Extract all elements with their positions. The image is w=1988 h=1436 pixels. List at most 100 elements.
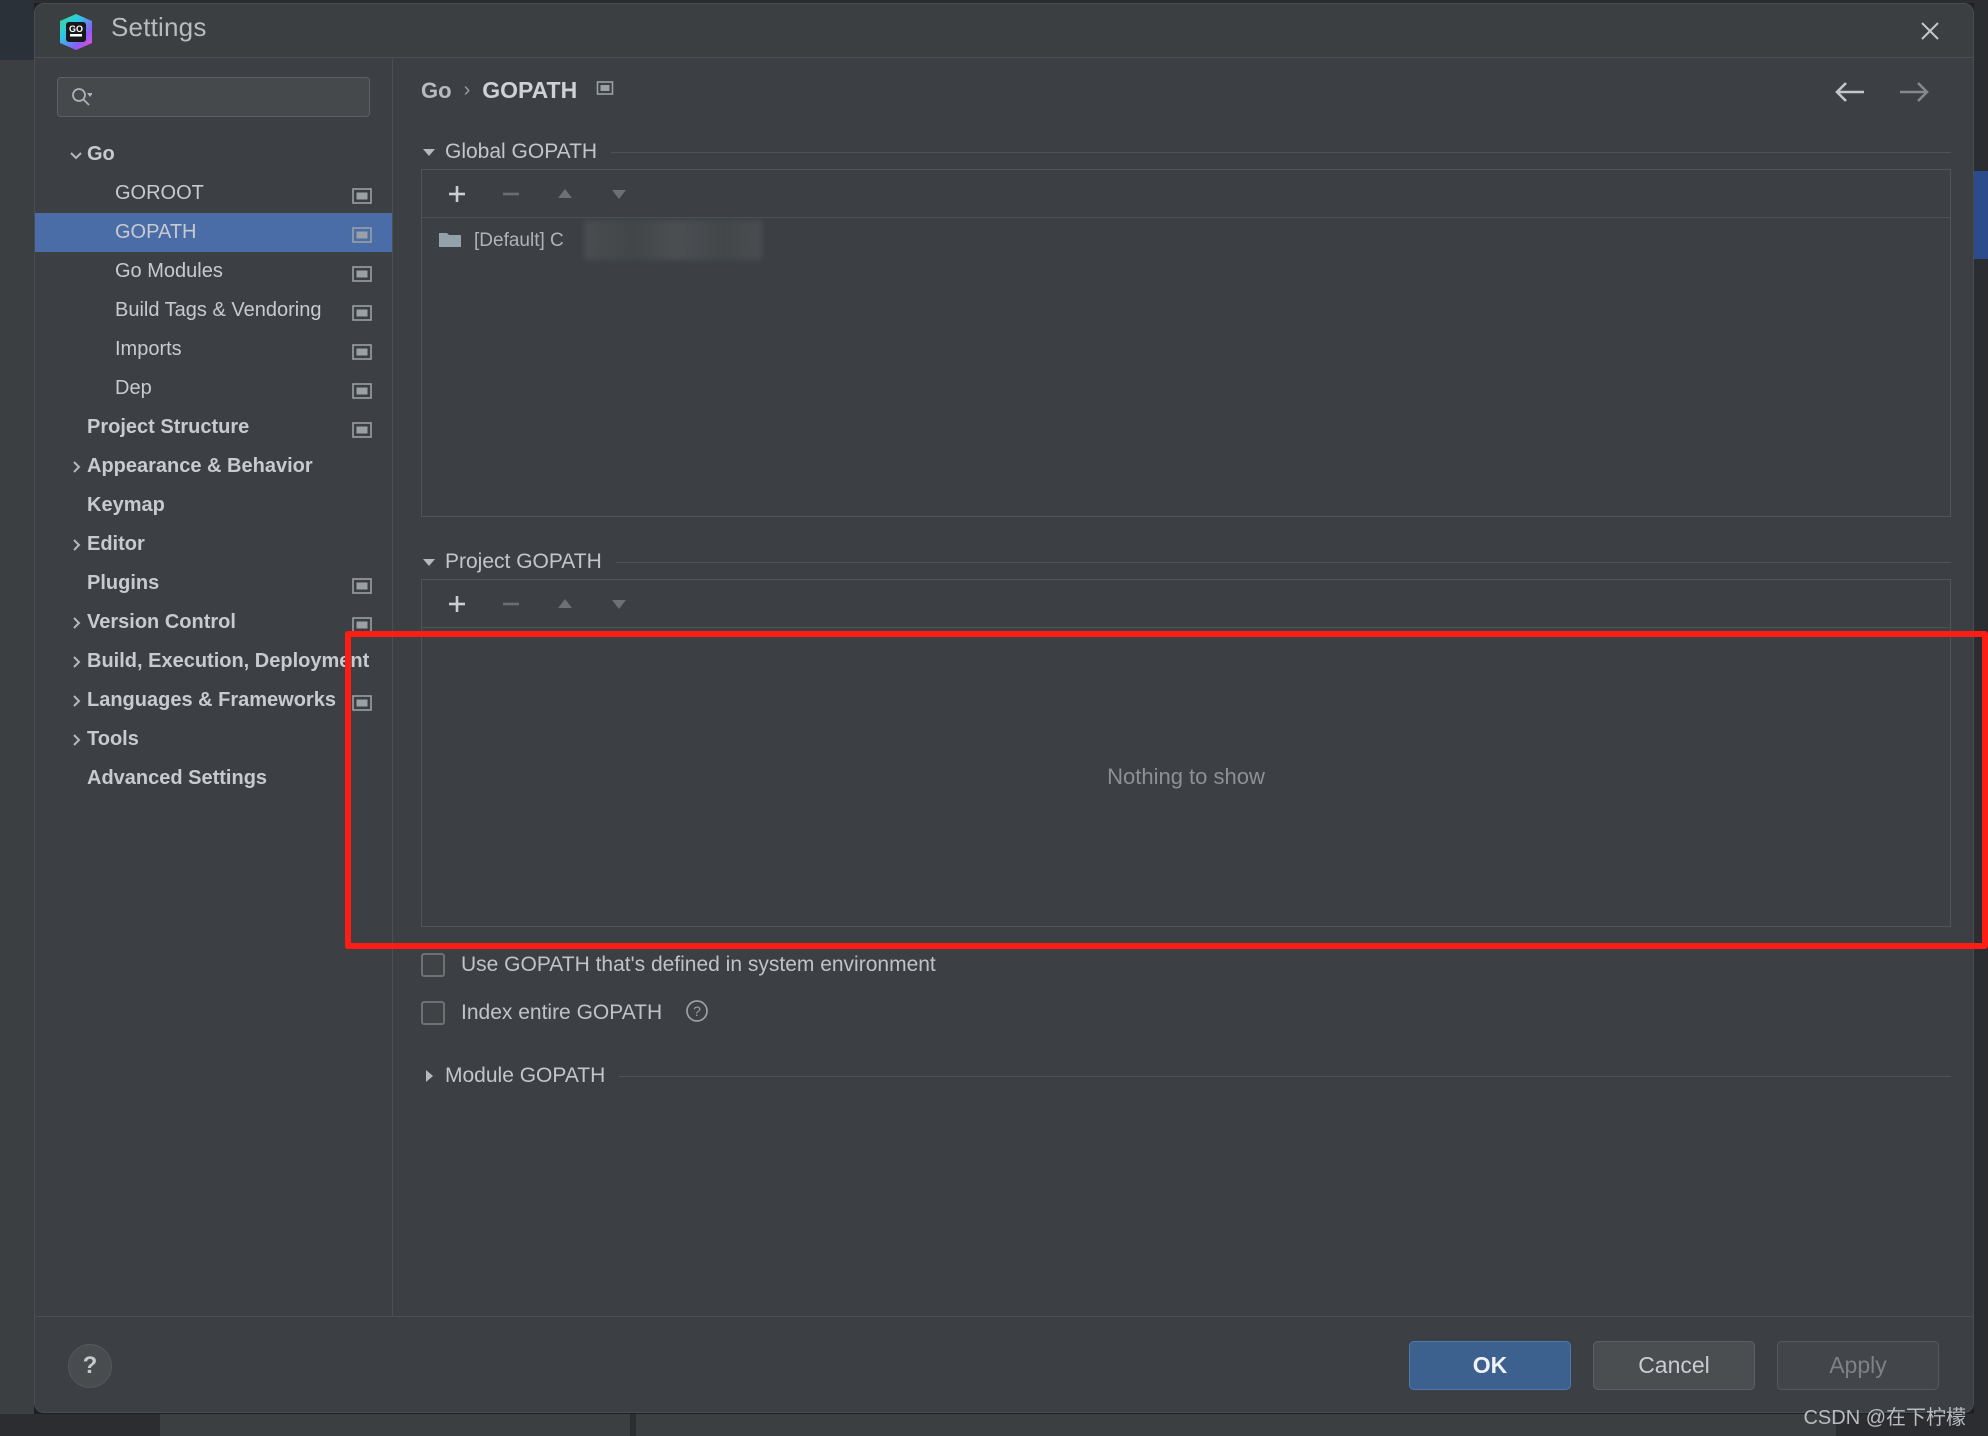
project-scope-icon[interactable] [352,616,372,639]
project-scope-icon[interactable] [352,343,372,366]
gopath-options: Use GOPATH that's defined in system envi… [421,941,1951,1037]
sidebar-item-project-structure[interactable]: Project Structure [35,408,392,447]
module-gopath-header[interactable]: Module GOPATH [421,1059,1951,1093]
go-logo-icon: GO [57,13,95,51]
sidebar-item-appearance-behavior[interactable]: Appearance & Behavior [35,447,392,486]
project-scope-icon[interactable] [352,694,372,717]
project-scope-icon[interactable] [352,421,372,444]
chevron-right-icon[interactable] [65,720,87,759]
add-button[interactable] [436,586,478,622]
breadcrumb: Go › GOPATH [421,77,615,104]
project-scope-icon[interactable] [352,382,372,405]
folder-icon [438,229,462,254]
sidebar-item-label: Go Modules [115,260,223,282]
remove-button[interactable] [490,176,532,212]
section-rule [611,151,1951,153]
sidebar-item-label: Imports [115,338,182,360]
breadcrumb-root[interactable]: Go [421,78,452,104]
section-rule [615,561,1951,563]
sidebar-item-label: Languages & Frameworks [87,689,336,711]
sidebar-item-tools[interactable]: Tools [35,720,392,759]
chevron-right-icon[interactable] [65,642,87,681]
search-box[interactable] [57,77,370,117]
project-gopath-toolbar [422,580,1950,628]
sidebar-item-version-control[interactable]: Version Control [35,603,392,642]
sidebar-item-advanced-settings[interactable]: Advanced Settings [35,759,392,798]
sidebar-item-label: Go [87,143,115,165]
sidebar-item-plugins[interactable]: Plugins [35,564,392,603]
sidebar-item-dep[interactable]: Dep [35,369,392,408]
sidebar-item-go[interactable]: Go [35,135,392,174]
search-input[interactable] [92,88,369,106]
sidebar-item-build-tags-vendoring[interactable]: Build Tags & Vendoring [35,291,392,330]
move-down-button[interactable] [598,586,640,622]
checkbox[interactable] [421,953,445,977]
footer-buttons: OK Cancel Apply [1409,1341,1939,1390]
dialog-body: Go GOROOT GOPATH Go Modules Build Tags & Ven… [35,59,1973,1316]
checkbox[interactable] [421,1001,445,1025]
chevron-right-icon[interactable] [65,603,87,642]
chevron-right-icon[interactable] [65,681,87,720]
cancel-button[interactable]: Cancel [1593,1341,1755,1390]
sidebar-item-go-modules[interactable]: Go Modules [35,252,392,291]
project-scope-icon[interactable] [352,265,372,288]
arrow-left-icon[interactable] [1833,79,1867,110]
option-label: Use GOPATH that's defined in system envi… [461,953,936,976]
redacted-path [584,220,762,260]
add-button[interactable] [436,176,478,212]
arrow-right-icon[interactable] [1897,79,1931,110]
global-gopath-header[interactable]: Global GOPATH [421,135,1951,169]
global-gopath-panel: [Default] C [421,169,1951,517]
sidebar-item-goroot[interactable]: GOROOT [35,174,392,213]
sidebar-item-label: GOPATH [115,221,197,243]
project-gopath-header[interactable]: Project GOPATH [421,545,1951,579]
sidebar-item-keymap[interactable]: Keymap [35,486,392,525]
chevron-down-icon[interactable] [421,554,445,570]
ok-button[interactable]: OK [1409,1341,1571,1390]
section-rule [619,1075,1951,1077]
chevron-right-icon[interactable] [65,525,87,564]
list-item[interactable]: [Default] C [422,218,1950,264]
chevron-right-icon[interactable] [65,447,87,486]
screen-root: GO Settings Go GOROOT GOPATH Go Modules … [0,0,1988,1436]
move-down-button[interactable] [598,176,640,212]
question-circle-icon[interactable]: ? [684,998,710,1029]
apply-button[interactable]: Apply [1777,1341,1939,1390]
sidebar-item-label: Keymap [87,494,165,516]
question-mark-button[interactable]: ? [68,1344,112,1388]
project-scope-icon[interactable] [595,78,615,103]
project-scope-icon[interactable] [352,187,372,210]
search-icon [70,86,92,108]
background-blue-marker [1974,171,1988,259]
project-scope-icon[interactable] [352,304,372,327]
chevron-down-icon[interactable] [421,144,445,160]
svg-text:?: ? [693,1003,701,1019]
empty-state-text: Nothing to show [1107,764,1265,789]
global-gopath-toolbar [422,170,1950,218]
dialog-titlebar: GO Settings [35,4,1973,58]
chevron-down-icon[interactable] [65,135,87,174]
sidebar-item-build-execution-deployment[interactable]: Build, Execution, Deployment [35,642,392,681]
move-up-button[interactable] [544,176,586,212]
sidebar-item-editor[interactable]: Editor [35,525,392,564]
sidebar-item-gopath[interactable]: GOPATH [35,213,392,252]
project-gopath-panel: Nothing to show [421,579,1951,927]
global-gopath-list: [Default] C [422,218,1950,516]
move-up-button[interactable] [544,586,586,622]
remove-button[interactable] [490,586,532,622]
project-scope-icon[interactable] [352,226,372,249]
background-bottom-segment-b [636,1414,1836,1436]
option-use-system-gopath[interactable]: Use GOPATH that's defined in system envi… [421,941,1951,989]
sidebar-item-languages-frameworks[interactable]: Languages & Frameworks [35,681,392,720]
project-scope-icon[interactable] [352,577,372,600]
chevron-right-icon[interactable] [421,1068,445,1084]
close-icon[interactable] [1911,12,1949,50]
sidebar-item-imports[interactable]: Imports [35,330,392,369]
option-index-entire-gopath[interactable]: Index entire GOPATH ? [421,989,1951,1037]
